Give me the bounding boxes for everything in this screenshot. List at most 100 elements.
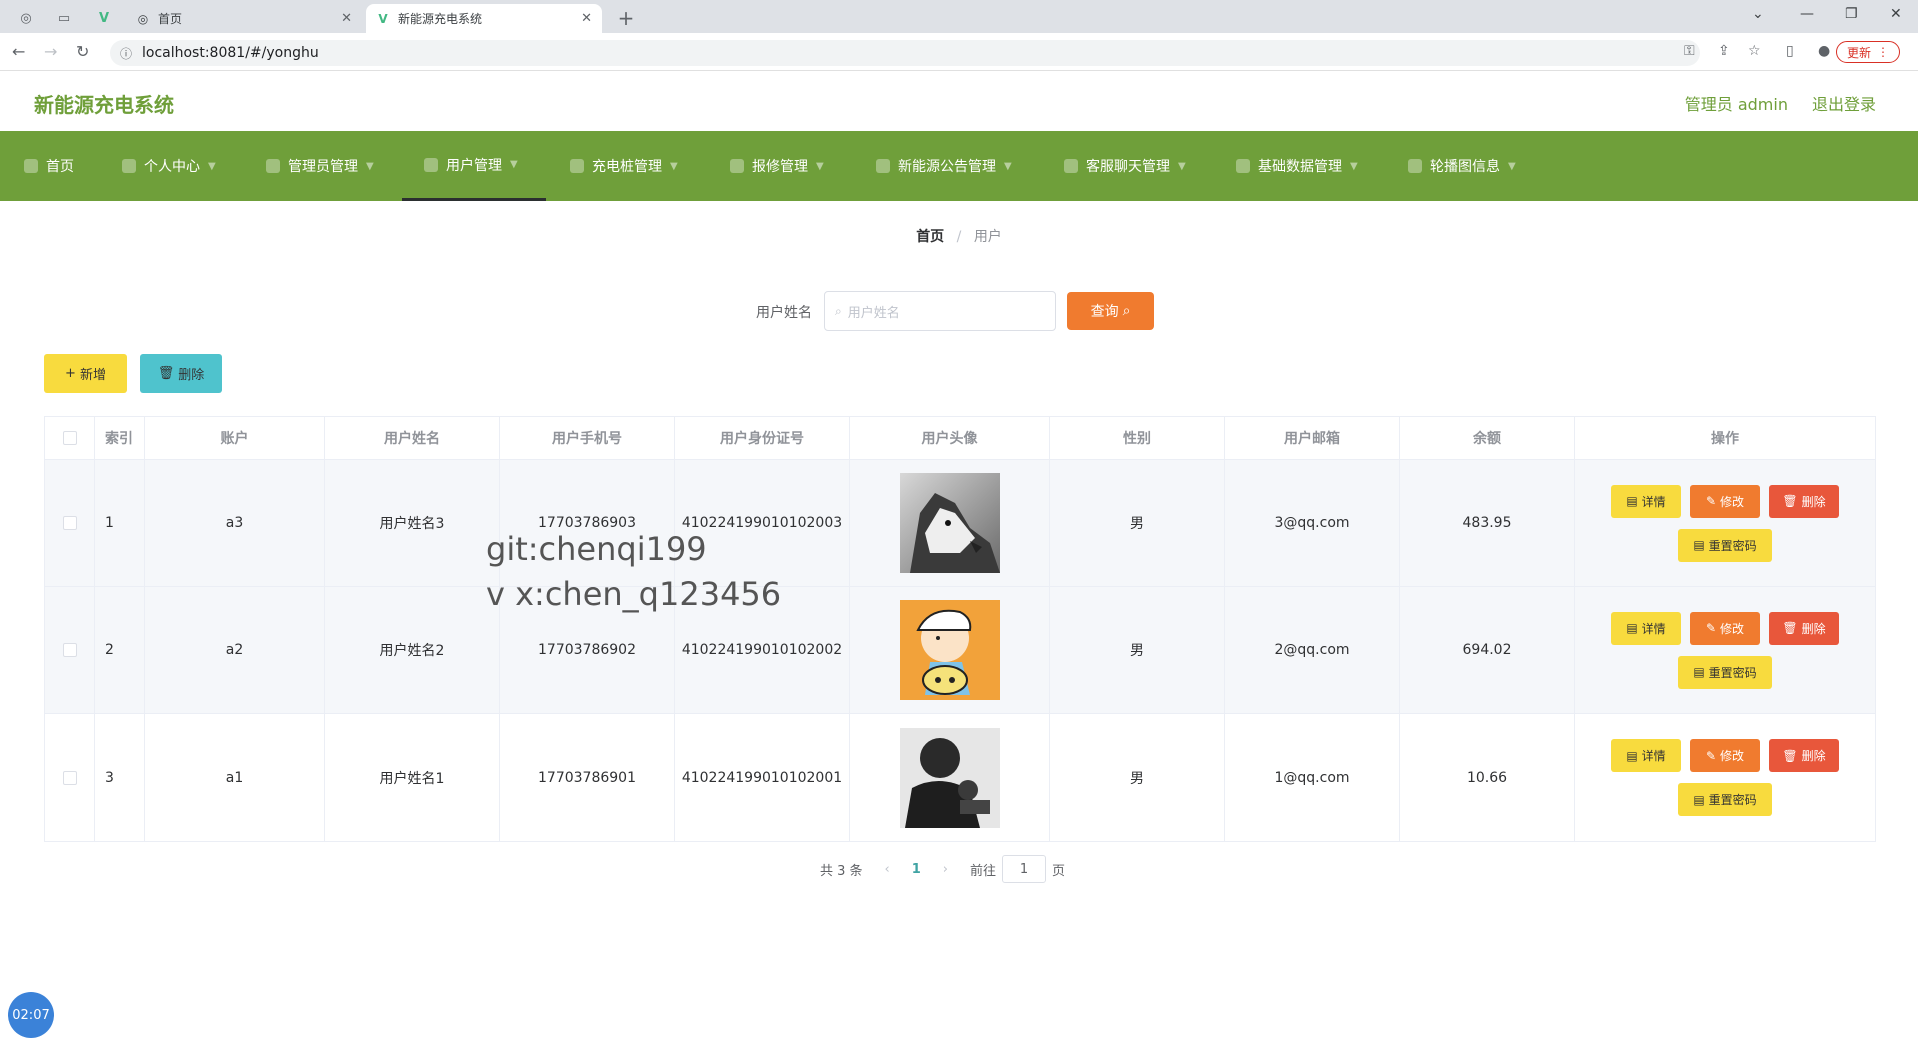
window-close-icon[interactable]: ✕: [1890, 6, 1902, 22]
address-bar-row: ← → ↻ ⓘ localhost:8081/#/yonghu ⚿ ⇪ ☆ ▯ …: [0, 33, 1918, 71]
pagination-total: 共 3 条: [820, 863, 863, 879]
nav-item-admin[interactable]: 管理员管理 ▼: [266, 131, 374, 201]
vue-tab-icon[interactable]: V: [92, 6, 116, 30]
restore-icon[interactable]: ❐: [1845, 6, 1858, 22]
announcement-icon: [876, 159, 890, 173]
detail-button[interactable]: ▤ 详情: [1611, 739, 1681, 772]
edit-button[interactable]: ✎ 修改: [1690, 739, 1760, 772]
search-placeholder: 用户姓名: [847, 305, 900, 321]
document-icon: ▤: [1626, 621, 1638, 635]
row-checkbox[interactable]: [62, 643, 77, 657]
trash-icon: 🗑: [1782, 494, 1798, 508]
detail-button[interactable]: ▤ 详情: [1611, 484, 1681, 518]
cell-name: 用户姓名3: [325, 460, 500, 586]
cell-idcard: 410224199010102001: [675, 714, 850, 841]
nav-item-chat[interactable]: 客服聊天管理 ▼: [1064, 131, 1186, 201]
edit-icon: ✎: [1705, 494, 1717, 508]
avatar-cartoon: [899, 600, 1000, 700]
trash-icon: 🗑: [1782, 621, 1798, 635]
next-page-icon[interactable]: ›: [943, 862, 948, 877]
close-icon[interactable]: ✕: [581, 11, 592, 26]
tab-search-chevron-icon[interactable]: ⌄: [1752, 6, 1764, 22]
search-icon: ⌕: [1122, 303, 1131, 319]
brand-title: 新能源充电系统: [34, 93, 174, 117]
globe-icon: ◎: [137, 11, 149, 26]
select-all-checkbox[interactable]: [62, 431, 77, 445]
document-icon: ▤: [1693, 792, 1705, 807]
cell-name: 用户姓名2: [325, 587, 500, 713]
url-field[interactable]: ⓘ localhost:8081/#/yonghu: [110, 40, 1700, 66]
reset-password-button[interactable]: ▤ 重置密码: [1678, 655, 1772, 689]
edit-button[interactable]: ✎ 修改: [1690, 484, 1760, 518]
close-icon[interactable]: ✕: [341, 11, 352, 26]
share-icon[interactable]: ⇪: [1718, 43, 1730, 59]
edit-button[interactable]: ✎ 修改: [1690, 611, 1760, 645]
nav-item-home[interactable]: 首页: [24, 131, 74, 201]
trash-icon: 🗑: [157, 366, 175, 381]
detail-button[interactable]: ▤ 详情: [1611, 611, 1681, 645]
col-email: 用户邮箱: [1225, 417, 1400, 459]
vue-icon: V: [378, 11, 388, 26]
nav-item-repairs[interactable]: 报修管理 ▼: [730, 131, 824, 201]
app-header: 新能源充电系统 管理员 admin 退出登录: [0, 71, 1918, 131]
cell-email: 3@qq.com: [1225, 460, 1400, 586]
back-icon[interactable]: ←: [12, 42, 25, 61]
delete-button[interactable]: 🗑 删除: [1769, 739, 1839, 772]
users-table: 索引 账户 用户姓名 用户手机号 用户身份证号 用户头像 性别 用户邮箱 余额 …: [44, 416, 1876, 842]
table-row: 1 a3 用户姓名3 17703786903 41022419901010200…: [45, 460, 1875, 587]
nav-item-carousel[interactable]: 轮播图信息 ▼: [1408, 131, 1516, 201]
delete-button[interactable]: 🗑 删除: [1769, 611, 1839, 645]
carousel-icon: [1408, 159, 1422, 173]
chevron-down-icon: ▼: [208, 160, 216, 172]
search-icon: ⌕: [835, 303, 842, 318]
new-tab-icon[interactable]: +: [614, 6, 638, 30]
profile-icon[interactable]: ●: [1818, 43, 1830, 59]
avatar-husky: [899, 473, 1000, 573]
page-number[interactable]: 1: [912, 862, 921, 877]
prev-page-icon[interactable]: ‹: [885, 862, 890, 877]
query-button[interactable]: 查询 ⌕: [1067, 292, 1154, 330]
reset-password-button[interactable]: ▤ 重置密码: [1678, 783, 1772, 816]
chevron-down-icon: ▼: [1350, 160, 1358, 172]
reload-icon[interactable]: ↻: [76, 42, 89, 61]
blank-tab-icon[interactable]: ▭: [52, 6, 76, 30]
breadcrumb-home[interactable]: 首页: [916, 229, 944, 245]
cell-phone: 17703786901: [500, 714, 675, 841]
cell-balance: 483.95: [1400, 460, 1575, 586]
update-button[interactable]: 更新 ⋮: [1835, 41, 1900, 63]
col-balance: 余额: [1400, 417, 1575, 459]
goto-page-input[interactable]: 1: [1002, 855, 1047, 883]
breadcrumb-current: 用户: [973, 229, 1002, 245]
edit-icon: ✎: [1705, 621, 1717, 635]
nav-item-announcements[interactable]: 新能源公告管理 ▼: [876, 131, 1012, 201]
browser-tab-home[interactable]: ◎ 首页 ✕: [126, 4, 362, 33]
key-icon[interactable]: ⚿: [1684, 43, 1695, 59]
search-input[interactable]: ⌕ 用户姓名: [824, 291, 1056, 331]
col-avatar: 用户头像: [850, 417, 1050, 459]
delete-button[interactable]: 🗑 删除: [1769, 484, 1839, 518]
nav-item-users[interactable]: 用户管理 ▼: [402, 131, 546, 201]
nav-item-chargers[interactable]: 充电桩管理 ▼: [570, 131, 678, 201]
reset-password-button[interactable]: ▤ 重置密码: [1678, 528, 1772, 562]
forward-icon[interactable]: →: [44, 42, 57, 61]
chevron-down-icon: ▼: [510, 159, 518, 170]
nav-item-basedata[interactable]: 基础数据管理 ▼: [1236, 131, 1358, 201]
row-checkbox[interactable]: [62, 516, 77, 530]
star-icon[interactable]: ☆: [1748, 43, 1761, 59]
charger-icon: [570, 159, 584, 173]
logout-link[interactable]: 退出登录: [1812, 91, 1876, 115]
document-icon: ▤: [1626, 748, 1638, 763]
batch-delete-button[interactable]: 🗑 删除: [140, 354, 222, 393]
data-icon: [1236, 159, 1250, 173]
nav-item-profile[interactable]: 个人中心 ▼: [122, 131, 216, 201]
users-icon: [424, 157, 438, 172]
browser-tab-active[interactable]: V 新能源充电系统 ✕: [366, 4, 602, 33]
row-checkbox[interactable]: [62, 770, 77, 785]
tab-search-icon[interactable]: ◎: [14, 6, 38, 30]
cell-gender: 男: [1050, 460, 1225, 586]
sidebar-icon[interactable]: ▯: [1786, 43, 1794, 59]
document-icon: ▤: [1693, 665, 1705, 679]
chat-icon: [1064, 159, 1078, 173]
minimize-icon[interactable]: —: [1800, 6, 1814, 22]
add-button[interactable]: + 新增: [44, 354, 127, 393]
